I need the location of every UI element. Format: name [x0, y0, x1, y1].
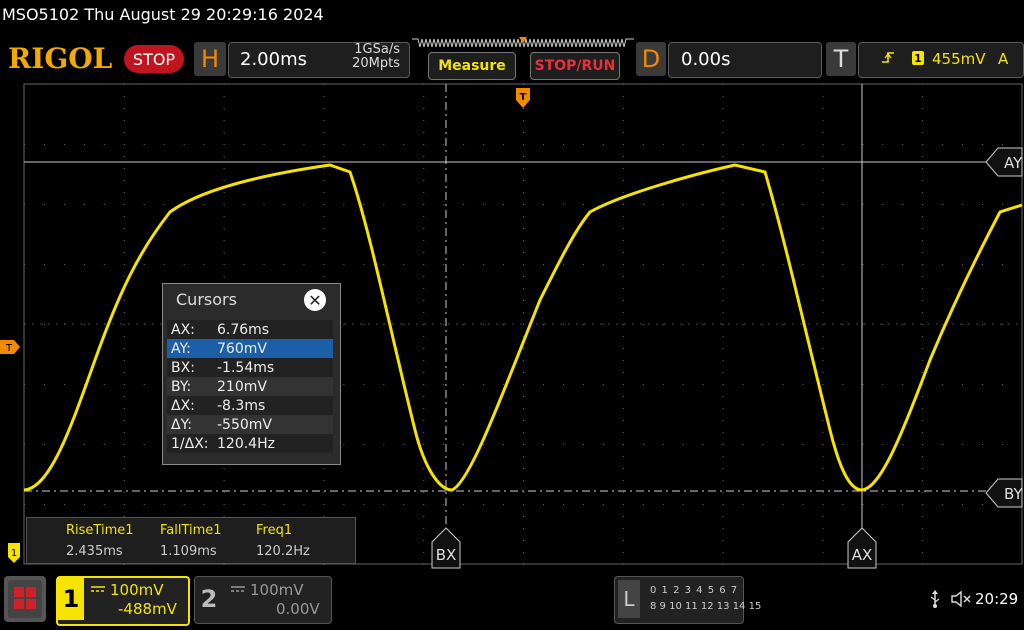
cursor-row-freq[interactable]: 1/ΔX: 120.4Hz: [167, 434, 333, 453]
ch1-ground-marker: 1: [8, 543, 20, 563]
horizontal-menu-button[interactable]: H: [194, 42, 226, 76]
dc-coupling-icon: [231, 586, 245, 592]
clock: 20:29: [975, 590, 1019, 608]
cursor-ay-tag: AY: [985, 147, 1023, 177]
run-state-button[interactable]: STOP: [124, 45, 184, 73]
channel-2-offset: 0.00V: [276, 600, 320, 618]
measurement-frequency: Freq1 120.2Hz: [256, 523, 310, 559]
measurement-fall-time: FallTime1 1.109ms: [160, 523, 222, 559]
channel-1-number: 1: [58, 578, 84, 620]
usb-icon: [930, 590, 940, 608]
logic-analyzer-letter: L: [618, 580, 640, 618]
cursor-bx-tag: BX: [431, 527, 461, 569]
status-line: MSO5102 Thu August 29 20:29:16 2024: [2, 5, 324, 24]
menu-grid-icon: [8, 580, 42, 618]
cursor-row-ax[interactable]: AX: 6.76ms: [167, 320, 333, 339]
cursor-row-dx[interactable]: ΔX: -8.3ms: [167, 396, 333, 415]
waveform-area[interactable]: T T 1 AY BY BX AX: [0, 80, 1024, 570]
speaker-muted-icon[interactable]: [950, 590, 972, 608]
logic-channels-low: 0 1 2 3 4 5 6 7: [650, 585, 739, 596]
rigol-logo: RIGOL: [8, 42, 113, 75]
cursor-row-dy[interactable]: ΔY: -550mV: [167, 415, 333, 434]
channel-1-scale: 100mV: [110, 581, 164, 599]
rising-edge-icon: [882, 52, 894, 63]
measure-button[interactable]: Measure: [428, 52, 516, 80]
svg-text:AX: AX: [852, 546, 873, 564]
cursor-by-tag: BY: [985, 478, 1023, 508]
cursor-ax-tag: AX: [847, 527, 877, 569]
delay-menu-button[interactable]: D: [636, 42, 666, 76]
timebase-value: 2.00ms: [240, 49, 307, 70]
cursors-table: AX: 6.76ms AY: 760mV BX: -1.54ms BY: 210mV Δ…: [167, 320, 333, 453]
cursor-row-bx[interactable]: BX: -1.54ms: [167, 358, 333, 377]
measurement-rise-time: RiseTime1 2.435ms: [66, 523, 134, 559]
trigger-level: 455mV: [932, 50, 986, 68]
logic-channels-high: 8 9 10 11 12 13 14 15: [650, 601, 762, 612]
svg-text:AY: AY: [1004, 154, 1023, 172]
channel-2-scale: 100mV: [250, 581, 304, 599]
cursor-row-ay[interactable]: AY: 760mV: [167, 339, 333, 358]
channel-1-offset: -488mV: [118, 600, 177, 618]
dc-coupling-icon: [91, 586, 105, 592]
svg-text:BY: BY: [1004, 485, 1023, 503]
svg-text:1: 1: [11, 548, 17, 559]
svg-text:T: T: [520, 92, 527, 103]
trigger-source-badge: 1: [912, 51, 924, 65]
trigger-level-marker: T: [0, 340, 20, 354]
svg-text:T: T: [5, 343, 13, 354]
trigger-mode: A: [998, 50, 1009, 68]
trigger-menu-button[interactable]: T: [826, 42, 856, 76]
menu-grid-button[interactable]: [4, 576, 46, 622]
svg-text:BX: BX: [436, 546, 457, 564]
stop-run-button[interactable]: STOP/RUN: [530, 52, 620, 80]
channel-2-number: 2: [200, 585, 218, 613]
cursors-dialog-title: Cursors: [176, 290, 237, 309]
memory-depth: 20Mpts: [352, 56, 400, 71]
close-icon[interactable]: ✕: [304, 289, 326, 311]
trigger-position-bar: [412, 37, 634, 48]
cursor-row-by[interactable]: BY: 210mV: [167, 377, 333, 396]
sample-rate: 1GSa/s: [354, 42, 400, 57]
delay-value: 0.00s: [681, 49, 731, 70]
trigger-position-marker: T: [516, 88, 530, 108]
sample-info: 1GSa/s 20Mpts: [342, 43, 400, 71]
